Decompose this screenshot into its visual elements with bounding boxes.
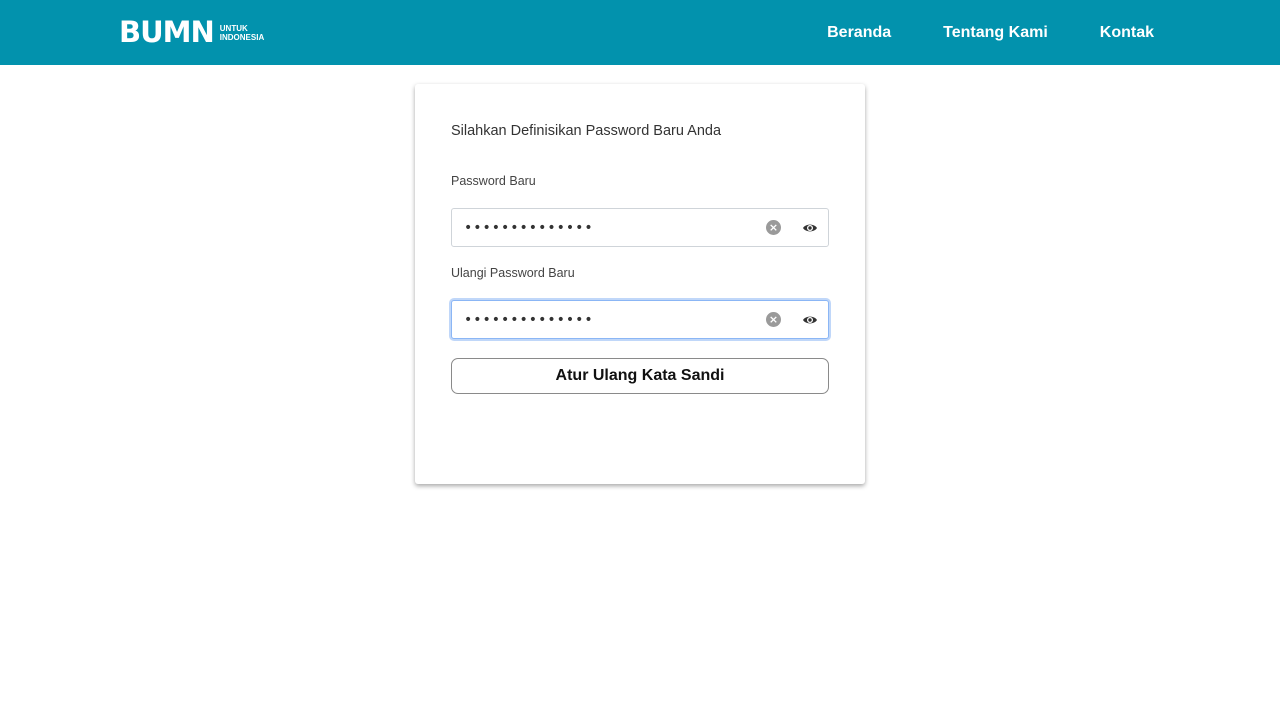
eye-icon[interactable] [802,221,818,235]
nav-links: Beranda Tentang Kami Kontak [827,0,1154,65]
confirm-password-input[interactable] [452,301,752,338]
new-password-label: Password Baru [451,174,536,188]
logo-tagline-line1: UNTUK [219,23,248,33]
bumn-logo[interactable]: BUMN UNTUK INDONESIA [119,18,264,47]
logo-tagline-line2: INDONESIA [219,32,265,42]
new-password-input[interactable] [452,209,752,246]
confirm-password-label: Ulangi Password Baru [451,266,575,280]
form-title: Silahkan Definisikan Password Baru Anda [451,123,722,139]
logo-mark: BUMN [119,15,215,49]
logo-tagline: UNTUK INDONESIA [220,24,264,42]
clear-circle-icon[interactable]: × [766,220,781,235]
top-navbar: BUMN UNTUK INDONESIA Beranda Tentang Kam… [0,0,1280,65]
new-password-field: × [451,208,829,247]
clear-circle-icon[interactable]: × [766,312,781,327]
nav-link-tentang-kami[interactable]: Tentang Kami [943,24,1048,42]
reset-password-button[interactable]: Atur Ulang Kata Sandi [451,358,829,394]
nav-link-beranda[interactable]: Beranda [827,24,891,42]
nav-link-kontak[interactable]: Kontak [1100,24,1154,42]
confirm-password-field: × [451,300,829,339]
eye-icon[interactable] [802,313,818,327]
reset-password-card: Silahkan Definisikan Password Baru Anda … [415,84,865,484]
